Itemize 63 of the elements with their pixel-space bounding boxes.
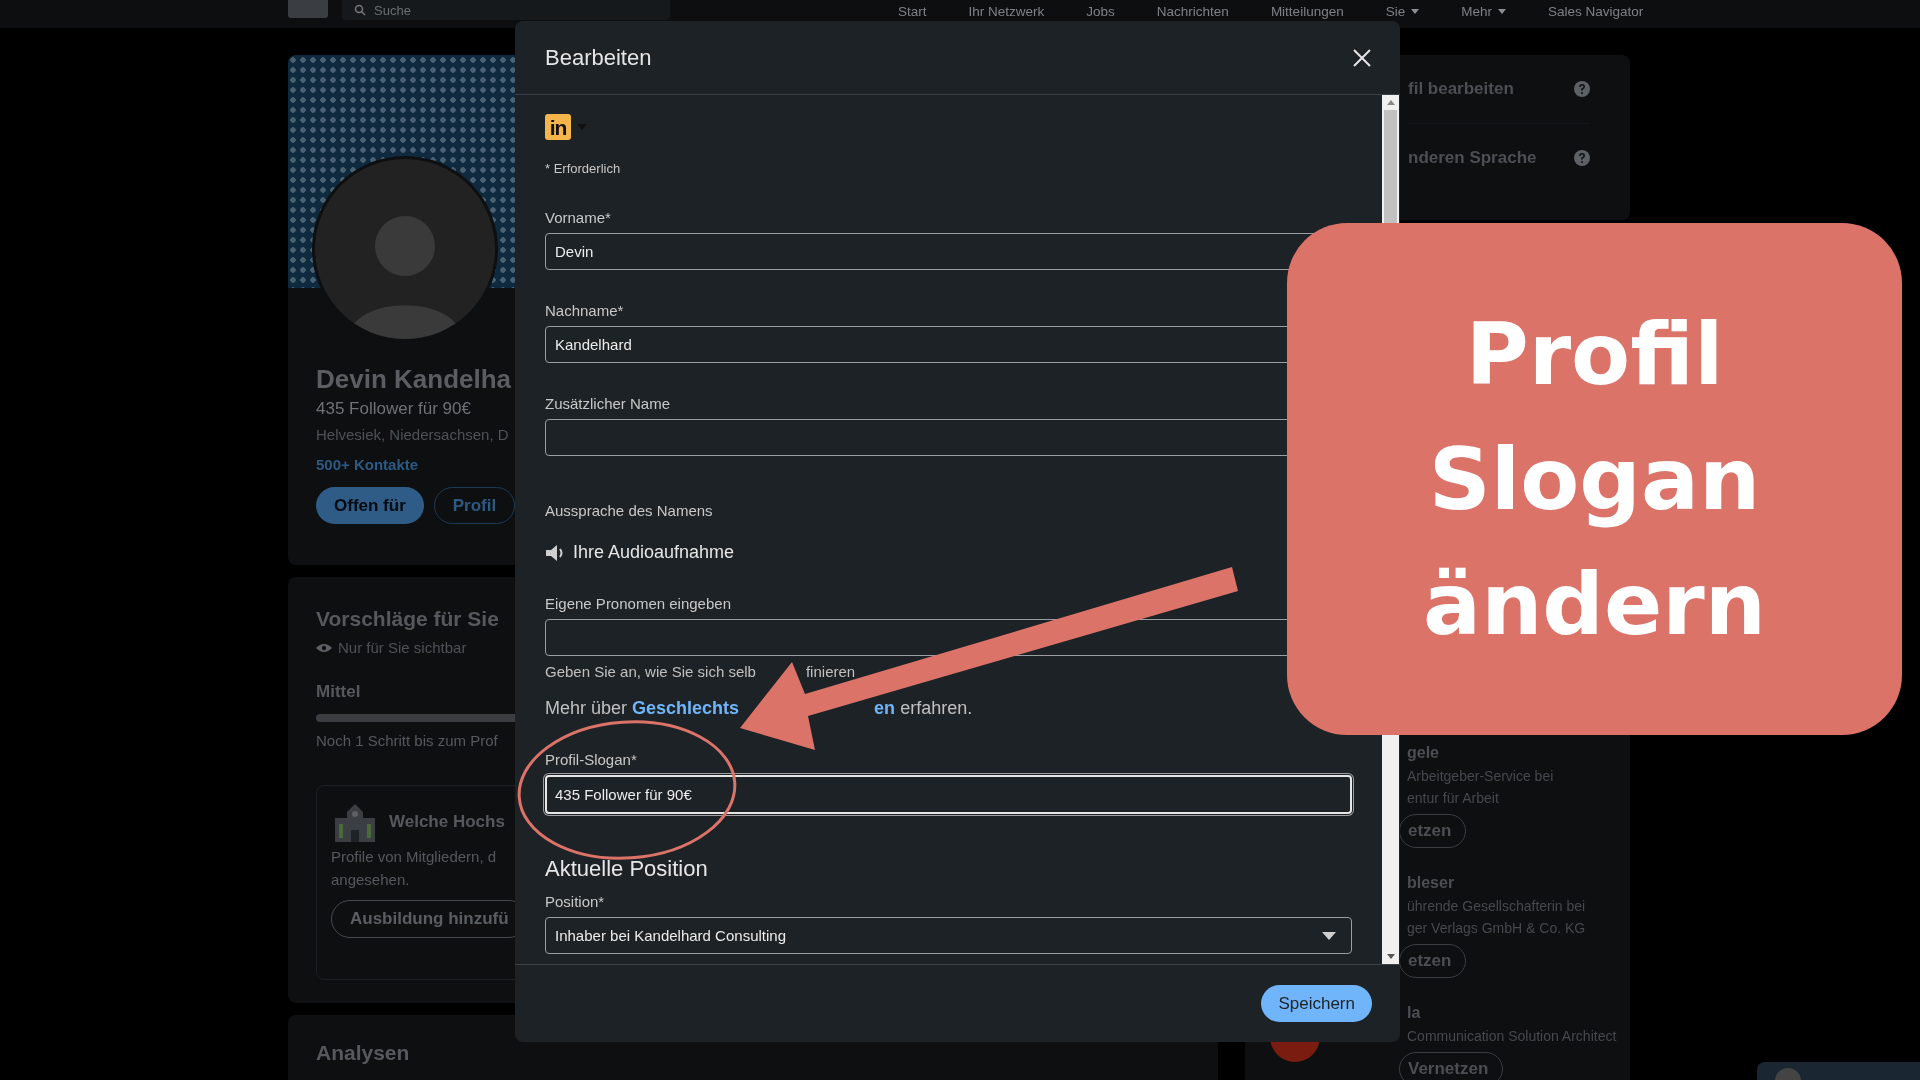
- eye-icon: [316, 642, 332, 653]
- card-title: Vorschläge für Sie: [316, 607, 499, 631]
- help-icon: [1574, 81, 1590, 97]
- person-title: ührende Gesellschafterin bei: [1407, 898, 1586, 914]
- position-dropdown[interactable]: Inhaber bei Kandelhard Consulting: [545, 917, 1352, 954]
- person-name: la: [1407, 1004, 1421, 1022]
- field-label: Profil-Slogan*: [545, 750, 638, 770]
- nav-link[interactable]: Mehr: [1461, 4, 1506, 19]
- scroll-down-icon[interactable]: [1386, 954, 1395, 959]
- helper-text: finieren: [805, 663, 856, 680]
- callout-text: ändern: [1423, 552, 1766, 656]
- helper-text: Geben Sie an, wie Sie sich selb: [545, 663, 756, 680]
- person-title: Arbeitgeber-Service bei: [1407, 768, 1554, 784]
- caret-icon: [1322, 931, 1336, 940]
- profile-location: Helvesiek, Niedersachsen, D: [316, 426, 509, 443]
- help-icon: [1574, 150, 1590, 166]
- profile-name: Devin Kandelha: [316, 364, 512, 395]
- section-heading: Aktuelle Position: [545, 856, 709, 882]
- prompt-title: Welche Hochs: [389, 812, 505, 832]
- field-label: Nachname*: [545, 301, 625, 321]
- close-icon[interactable]: [1352, 47, 1372, 68]
- nav-link[interactable]: Sales Navigator: [1547, 4, 1644, 19]
- nav-link[interactable]: Sie: [1385, 4, 1420, 19]
- field-label: Eigene Pronomen eingeben: [545, 594, 732, 614]
- callout-text: Profil: [1465, 302, 1724, 406]
- prompt-text: Profile von Mitgliedern, d: [331, 848, 497, 865]
- nav-link[interactable]: Mitteilungen: [1270, 4, 1344, 19]
- info-text: erfahren.: [900, 698, 973, 719]
- info-text: Mehr über: [545, 698, 628, 719]
- nav-link[interactable]: Nachrichten: [1156, 4, 1229, 19]
- dialog-title: Bearbeiten: [545, 44, 652, 71]
- field-label: Aussprache des Namens: [545, 501, 714, 521]
- profile-strength-label: Mittel: [316, 682, 361, 702]
- field-label: Vorname*: [545, 208, 612, 228]
- messaging-bar[interactable]: [1757, 1062, 1920, 1080]
- scroll-up-icon[interactable]: [1386, 100, 1395, 105]
- person-name: gele: [1407, 744, 1439, 762]
- nav-link[interactable]: Start: [898, 4, 927, 19]
- next-step-text: Noch 1 Schritt bis zum Prof: [316, 732, 498, 749]
- search-field[interactable]: Suche: [342, 0, 670, 20]
- field-label: Position*: [545, 892, 606, 912]
- search-icon: [354, 4, 366, 16]
- person-title: entur für Arbeit: [1407, 790, 1499, 806]
- person-title: ger Verlags GmbH & Co. KG: [1407, 920, 1586, 936]
- person-name: bleser: [1407, 874, 1455, 892]
- connections-link[interactable]: 500+ Kontakte: [316, 456, 419, 473]
- linkedin-logo[interactable]: in: [545, 114, 571, 140]
- callout-text: Slogan: [1428, 427, 1761, 531]
- save-button[interactable]: Speichern: [1261, 985, 1372, 1022]
- profile-action-button[interactable]: Offen für: [316, 487, 424, 524]
- nav-link[interactable]: Jobs: [1086, 4, 1115, 19]
- audio-recording-link[interactable]: Ihre Audioaufnahme: [573, 542, 735, 563]
- text-field[interactable]: 435 Follower für 90€: [545, 775, 1352, 814]
- profile-headline: 435 Follower für 90€: [316, 399, 471, 419]
- person-title: Communication Solution Architect: [1407, 1028, 1617, 1044]
- pronouns-link[interactable]: Geschlechts: [632, 698, 740, 719]
- field-label: Zusätzlicher Name: [545, 394, 672, 414]
- pronouns-link[interactable]: en: [874, 698, 896, 719]
- nav-link[interactable]: Ihr Netzwerk: [968, 4, 1045, 19]
- required-note: * Erforderlich: [545, 161, 622, 176]
- card-title: Analysen: [316, 1041, 410, 1065]
- visibility-note: Nur für Sie sichtbar: [338, 639, 467, 656]
- prompt-text: angesehen.: [331, 871, 410, 888]
